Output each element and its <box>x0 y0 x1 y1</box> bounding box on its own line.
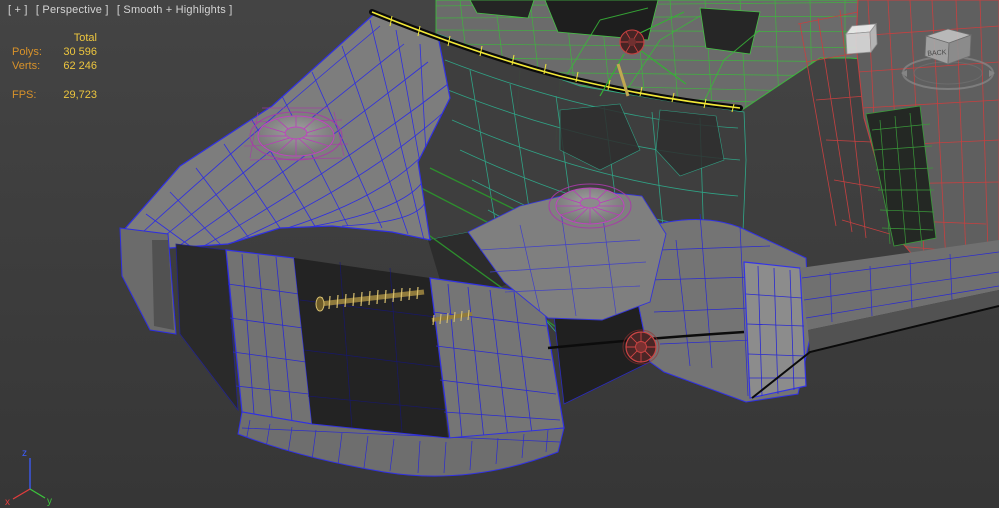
viewport-pov-menu[interactable]: [ Perspective ] <box>36 4 109 16</box>
axis-y-label: y <box>47 496 52 507</box>
viewport-shading-menu[interactable]: [ Smooth + Highlights ] <box>117 4 233 16</box>
tower-left-cap <box>284 126 308 140</box>
stats-polys-row: Polys: 30 596 <box>12 45 97 59</box>
hub-top-center <box>628 38 636 46</box>
stats-total-label: Total <box>73 32 97 44</box>
roof-opening <box>699 7 761 55</box>
scene-3d-canvas[interactable]: BACK z x y <box>0 0 999 508</box>
stats-total-spacer <box>12 31 49 45</box>
stats-verts-value: 62 246 <box>63 60 97 72</box>
driveshaft-collar <box>315 296 325 312</box>
viewport-label: [ + ] [ Perspective ] [ Smooth + Highlig… <box>8 4 237 16</box>
hub-mid-center <box>635 341 647 353</box>
axis-z-label: z <box>22 448 27 459</box>
viewport[interactable]: BACK z x y [ + ] [ Perspective ] [ Smoot… <box>0 0 999 508</box>
stats-fps-value: 29,723 <box>63 89 97 101</box>
strut-tower-right[interactable] <box>548 183 632 229</box>
axis-x-label: x <box>5 497 10 508</box>
viewport-general-menu[interactable]: [ + ] <box>8 4 28 16</box>
center-opening <box>294 258 448 438</box>
stats-fps-label: FPS: <box>12 89 37 101</box>
helper-box-front <box>845 31 872 55</box>
stats-polys-value: 30 596 <box>63 46 97 58</box>
stats-verts-label: Verts: <box>12 60 41 72</box>
stats-fps-row: FPS: 29,723 <box>12 88 97 102</box>
wheel-hub-mid[interactable] <box>622 329 660 365</box>
tower-right-cap <box>579 197 601 209</box>
helper-box-object[interactable] <box>845 22 878 55</box>
stats-polys-label: Polys: <box>12 46 42 58</box>
stats-total-row: Total <box>12 31 97 45</box>
stats-verts-row: Verts: 62 246 <box>12 59 97 73</box>
viewcube-face-label[interactable]: BACK <box>927 49 947 57</box>
statistics-overlay: Total Polys: 30 596 Verts: 62 246 FPS: 2… <box>12 31 97 102</box>
